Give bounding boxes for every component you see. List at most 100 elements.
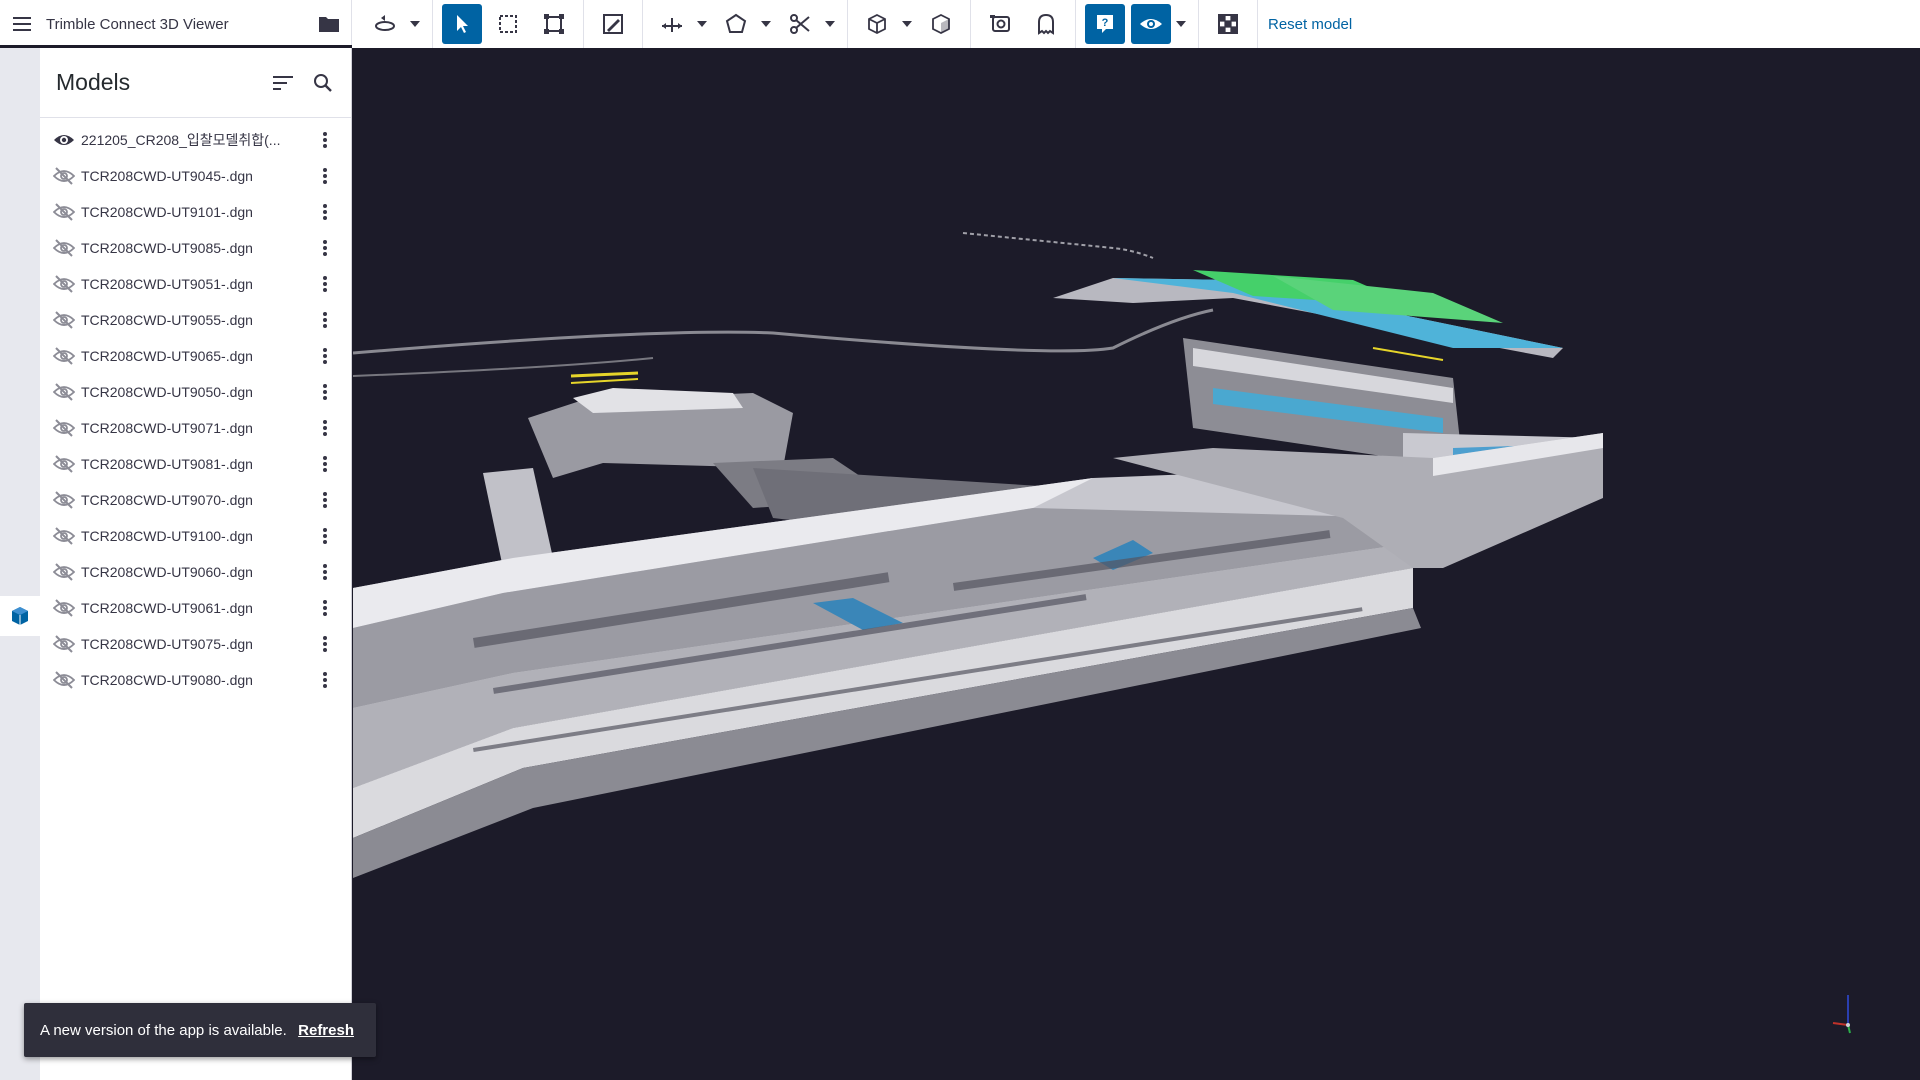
panel-header: Models bbox=[40, 48, 351, 118]
eye-off-icon[interactable] bbox=[50, 270, 78, 298]
snapshot-button[interactable] bbox=[980, 4, 1020, 44]
chevron-down-icon[interactable] bbox=[695, 4, 709, 44]
sort-icon[interactable] bbox=[263, 63, 303, 103]
svg-text:?: ? bbox=[1102, 17, 1109, 29]
app-title: Trimble Connect 3D Viewer bbox=[46, 15, 229, 33]
area-select-button[interactable] bbox=[488, 4, 528, 44]
markup-icon bbox=[601, 12, 625, 36]
more-options-icon[interactable] bbox=[307, 124, 343, 156]
model-name: TCR208CWD-UT9045-.dgn bbox=[81, 168, 253, 184]
markup-button[interactable] bbox=[593, 4, 633, 44]
orbit-button[interactable] bbox=[365, 4, 405, 44]
more-options-icon[interactable] bbox=[307, 556, 343, 588]
visibility-eye-button[interactable] bbox=[1131, 4, 1171, 44]
ghost-button[interactable] bbox=[1026, 4, 1066, 44]
eye-off-icon[interactable] bbox=[50, 666, 78, 694]
model-name: 221205_CR208_입찰모델취합(... bbox=[81, 132, 281, 148]
model-name: TCR208CWD-UT9100-.dgn bbox=[81, 528, 253, 544]
model-list-item[interactable]: TCR208CWD-UT9075-.dgn bbox=[40, 626, 351, 662]
fit-to-view-button[interactable] bbox=[534, 4, 574, 44]
model-list-item[interactable]: TCR208CWD-UT9101-.dgn bbox=[40, 194, 351, 230]
more-options-icon[interactable] bbox=[307, 412, 343, 444]
reset-model-button[interactable]: Reset model bbox=[1268, 16, 1352, 33]
eye-off-icon[interactable] bbox=[50, 162, 78, 190]
model-name: TCR208CWD-UT9080-.dgn bbox=[81, 672, 253, 688]
eye-off-icon[interactable] bbox=[50, 342, 78, 370]
eye-off-icon[interactable] bbox=[50, 198, 78, 226]
chevron-down-icon[interactable] bbox=[759, 4, 773, 44]
eye-off-icon[interactable] bbox=[50, 558, 78, 586]
help-icon: ? bbox=[1093, 12, 1117, 36]
shape-button[interactable] bbox=[716, 4, 756, 44]
snapshot-icon bbox=[988, 12, 1012, 36]
model-list-item[interactable]: TCR208CWD-UT9071-.dgn bbox=[40, 410, 351, 446]
model-list-item[interactable]: TCR208CWD-UT9051-.dgn bbox=[40, 266, 351, 302]
model-list-item[interactable]: TCR208CWD-UT9085-.dgn bbox=[40, 230, 351, 266]
chevron-down-icon[interactable] bbox=[1174, 4, 1188, 44]
toolbar-group bbox=[643, 0, 848, 48]
model-list-item[interactable]: 221205_CR208_입찰모델취합(... bbox=[40, 122, 351, 158]
side-rail bbox=[0, 48, 40, 1080]
more-options-icon[interactable] bbox=[307, 196, 343, 228]
model-list-item[interactable]: TCR208CWD-UT9080-.dgn bbox=[40, 662, 351, 698]
eye-off-icon[interactable] bbox=[50, 378, 78, 406]
eye-off-icon[interactable] bbox=[50, 234, 78, 262]
help-button[interactable]: ? bbox=[1085, 4, 1125, 44]
more-options-icon[interactable] bbox=[307, 592, 343, 624]
model-list-item[interactable]: TCR208CWD-UT9045-.dgn bbox=[40, 158, 351, 194]
more-options-icon[interactable] bbox=[307, 304, 343, 336]
eye-off-icon[interactable] bbox=[50, 414, 78, 442]
refresh-button[interactable]: Refresh bbox=[298, 1022, 354, 1039]
axes-gizmo bbox=[1832, 995, 1851, 1034]
model-list-item[interactable]: TCR208CWD-UT9100-.dgn bbox=[40, 518, 351, 554]
select-pointer-button[interactable] bbox=[442, 4, 482, 44]
toolbar-group: ? bbox=[1076, 0, 1199, 48]
model-name: TCR208CWD-UT9081-.dgn bbox=[81, 456, 253, 472]
chevron-down-icon[interactable] bbox=[408, 4, 422, 44]
more-options-icon[interactable] bbox=[307, 664, 343, 696]
shape-icon bbox=[724, 12, 748, 36]
hamburger-menu-icon[interactable] bbox=[0, 0, 46, 48]
more-options-icon[interactable] bbox=[307, 160, 343, 192]
model-list-item[interactable]: TCR208CWD-UT9081-.dgn bbox=[40, 446, 351, 482]
eye-off-icon[interactable] bbox=[50, 450, 78, 478]
more-options-icon[interactable] bbox=[307, 340, 343, 372]
toolbar-group bbox=[971, 0, 1076, 48]
ghost-icon bbox=[1034, 12, 1058, 36]
model-list-item[interactable]: TCR208CWD-UT9050-.dgn bbox=[40, 374, 351, 410]
models-cube-icon[interactable] bbox=[0, 596, 40, 636]
more-options-icon[interactable] bbox=[307, 268, 343, 300]
model-list-item[interactable]: TCR208CWD-UT9055-.dgn bbox=[40, 302, 351, 338]
more-options-icon[interactable] bbox=[307, 376, 343, 408]
model-name: TCR208CWD-UT9055-.dgn bbox=[81, 312, 253, 328]
toolbar: ? Reset model bbox=[352, 0, 1352, 48]
model-list-item[interactable]: TCR208CWD-UT9070-.dgn bbox=[40, 482, 351, 518]
more-options-icon[interactable] bbox=[307, 628, 343, 660]
folder-icon[interactable] bbox=[307, 0, 351, 48]
grid-checker-button[interactable] bbox=[1208, 4, 1248, 44]
model-name: TCR208CWD-UT9070-.dgn bbox=[81, 492, 253, 508]
eye-off-icon[interactable] bbox=[50, 630, 78, 658]
more-options-icon[interactable] bbox=[307, 484, 343, 516]
eye-off-icon[interactable] bbox=[50, 522, 78, 550]
search-icon[interactable] bbox=[303, 63, 343, 103]
3d-viewport[interactable] bbox=[353, 48, 1920, 1080]
more-options-icon[interactable] bbox=[307, 232, 343, 264]
eye-icon[interactable] bbox=[50, 126, 78, 154]
cut-scissors-button[interactable] bbox=[780, 4, 820, 44]
visibility-eye-icon bbox=[1139, 12, 1163, 36]
section-plane-button[interactable] bbox=[921, 4, 961, 44]
eye-off-icon[interactable] bbox=[50, 306, 78, 334]
chevron-down-icon[interactable] bbox=[823, 4, 837, 44]
eye-off-icon[interactable] bbox=[50, 486, 78, 514]
eye-off-icon[interactable] bbox=[50, 594, 78, 622]
more-options-icon[interactable] bbox=[307, 520, 343, 552]
section-box-button[interactable] bbox=[857, 4, 897, 44]
more-options-icon[interactable] bbox=[307, 448, 343, 480]
measure-button[interactable] bbox=[652, 4, 692, 44]
model-list-item[interactable]: TCR208CWD-UT9065-.dgn bbox=[40, 338, 351, 374]
chevron-down-icon[interactable] bbox=[900, 4, 914, 44]
model-list-item[interactable]: TCR208CWD-UT9060-.dgn bbox=[40, 554, 351, 590]
area-select-icon bbox=[496, 12, 520, 36]
model-list-item[interactable]: TCR208CWD-UT9061-.dgn bbox=[40, 590, 351, 626]
